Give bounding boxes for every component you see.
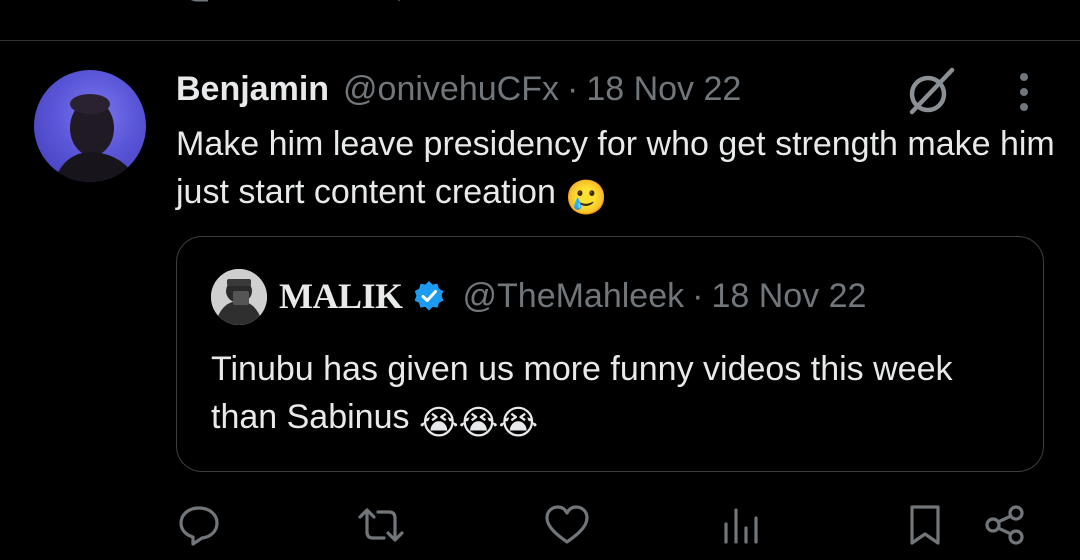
retweet-button[interactable]	[356, 500, 406, 550]
smiling-with-tear-emoji: 🥲	[565, 179, 608, 217]
author-handle[interactable]: @onivehuCFx	[343, 70, 559, 109]
share-button[interactable]	[980, 500, 1030, 550]
views-button[interactable]	[716, 500, 766, 550]
quoted-tweet-card[interactable]: MALIK @TheMahleek · 18 Nov 22 Tinubu has…	[176, 236, 1044, 472]
quoted-tweet-body: Tinubu has given us more funny videos th…	[211, 350, 953, 436]
reply-button[interactable]	[174, 500, 224, 550]
share-icon	[985, 505, 1024, 545]
tweet-date[interactable]: 18 Nov 22	[586, 70, 741, 109]
views-icon[interactable]	[724, 0, 764, 10]
bookmark-icon[interactable]	[908, 0, 944, 10]
quoted-tweet-header: MALIK @TheMahleek · 18 Nov 22	[279, 271, 866, 321]
bookmark-icon	[910, 505, 940, 545]
tweet-header: Benjamin @onivehuCFx · 18 Nov 22	[176, 66, 741, 112]
quoted-tweet-date[interactable]: 18 Nov 22	[711, 277, 866, 316]
bookmark-button[interactable]	[900, 500, 950, 550]
verified-badge-icon	[414, 281, 443, 311]
like-icon[interactable]	[550, 0, 594, 10]
quoted-tweet-text: Tinubu has given us more funny videos th…	[211, 345, 1011, 447]
reply-icon[interactable]	[178, 0, 214, 10]
like-button[interactable]	[542, 500, 592, 550]
reply-icon	[179, 506, 219, 546]
tweet-body: Make him leave presidency for who get st…	[176, 125, 1055, 211]
quoted-author-name[interactable]: MALIK	[279, 275, 403, 317]
views-icon	[724, 508, 758, 544]
like-icon	[545, 505, 589, 544]
share-icon[interactable]	[1000, 0, 1030, 10]
previous-tweet-action-bar	[0, 0, 1080, 10]
separator-dot: ·	[692, 276, 704, 315]
retweet-icon	[358, 508, 404, 542]
quoted-author-avatar[interactable]	[211, 269, 267, 325]
author-name[interactable]: Benjamin	[176, 70, 329, 109]
separator-dot: ·	[566, 69, 579, 108]
crying-face-emojis: 😭😭😭	[418, 404, 539, 442]
quoted-author-handle[interactable]: @TheMahleek	[463, 277, 685, 316]
tweet-text: Make him leave presidency for who get st…	[176, 120, 1056, 222]
tweet-divider	[0, 40, 1080, 41]
retweet-icon[interactable]	[364, 0, 408, 10]
grok-icon[interactable]	[902, 64, 958, 120]
more-icon[interactable]	[1006, 70, 1042, 116]
avatar[interactable]	[34, 70, 146, 182]
